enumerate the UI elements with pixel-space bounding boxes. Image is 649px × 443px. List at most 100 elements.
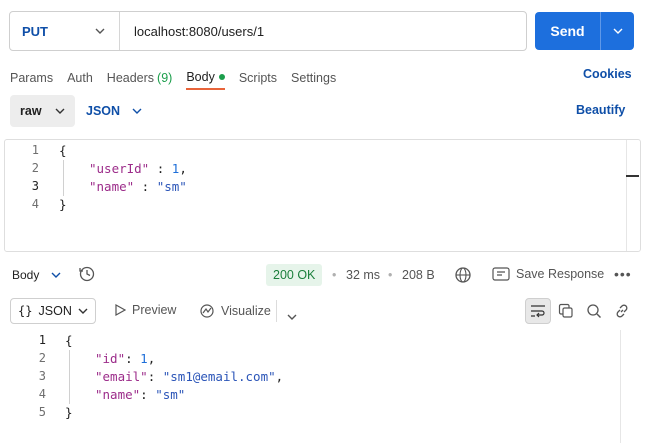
indent-guide xyxy=(69,350,70,404)
braces-icon: {} xyxy=(18,304,33,318)
visualize-options-button[interactable] xyxy=(287,308,297,323)
response-size[interactable]: 208 B xyxy=(402,268,435,282)
separator-dot: • xyxy=(332,268,337,282)
code-line: "userId" : 1, xyxy=(89,161,187,176)
line-number: 3 xyxy=(31,179,39,193)
play-icon xyxy=(115,304,126,316)
visualize-icon xyxy=(200,304,214,318)
code-token: "name" xyxy=(95,387,141,402)
tab-label: Headers xyxy=(106,71,155,85)
copy-icon xyxy=(558,303,573,318)
line-number: 5 xyxy=(38,405,46,419)
visualize-button[interactable]: Visualize xyxy=(199,303,271,319)
copy-button[interactable] xyxy=(553,298,579,324)
tab-body[interactable]: Body xyxy=(186,66,225,90)
chevron-down-icon xyxy=(132,108,142,114)
link-button[interactable] xyxy=(609,298,635,324)
line-number: 4 xyxy=(31,197,39,211)
preview-button[interactable]: Preview xyxy=(114,303,176,317)
response-body-select[interactable]: Body xyxy=(12,268,61,282)
tab-headers[interactable]: Headers (9) xyxy=(107,66,173,90)
more-icon[interactable]: ••• xyxy=(614,266,632,282)
separator-dot: • xyxy=(388,268,393,282)
code-token: "sm1@email.com" xyxy=(162,369,276,384)
tab-label: Body xyxy=(186,70,215,84)
search-icon xyxy=(587,304,601,318)
send-options-button[interactable] xyxy=(601,12,634,50)
headers-count: (9) xyxy=(157,71,173,85)
response-format-label: JSON xyxy=(38,304,72,318)
code-token: "userId" xyxy=(89,161,150,176)
response-scrollbar[interactable] xyxy=(620,330,636,443)
history-icon[interactable] xyxy=(78,265,96,286)
preview-label: Preview xyxy=(132,303,177,317)
tab-params[interactable]: Params xyxy=(10,66,53,90)
response-body-viewer[interactable]: 1 2 3 4 5 { "id": 1, "email": "sm1@email… xyxy=(0,330,649,443)
line-number: 2 xyxy=(31,161,39,175)
chevron-down-icon xyxy=(287,314,297,320)
code-line: "email": "sm1@email.com", xyxy=(95,369,284,384)
save-response-button[interactable]: Save Response xyxy=(492,267,604,281)
body-mode-select[interactable]: raw xyxy=(10,95,75,127)
code-token: "sm" xyxy=(156,179,187,194)
chevron-down-icon xyxy=(51,272,61,278)
chevron-down-icon xyxy=(55,108,65,114)
url-input[interactable]: localhost:8080/users/1 xyxy=(120,24,264,39)
line-number: 1 xyxy=(31,143,39,157)
body-language-select[interactable]: JSON xyxy=(86,95,142,127)
response-format-select[interactable]: {} JSON xyxy=(10,298,96,324)
response-body-label: Body xyxy=(12,268,40,282)
code-token: 1 xyxy=(140,351,148,366)
code-line: } xyxy=(65,405,73,420)
tab-scripts[interactable]: Scripts xyxy=(239,66,277,90)
code-line: "name": "sm" xyxy=(95,387,186,402)
code-token: "sm" xyxy=(155,387,186,402)
send-button[interactable]: Send xyxy=(535,12,601,50)
code-token: , xyxy=(179,161,187,176)
line-number: 2 xyxy=(38,351,46,365)
code-line: } xyxy=(59,197,67,212)
code-line: "name" : "sm" xyxy=(89,179,187,194)
method-label: PUT xyxy=(22,23,48,39)
chevron-down-icon xyxy=(78,308,88,314)
code-token: : xyxy=(134,179,157,194)
cookies-link[interactable]: Cookies xyxy=(583,67,632,81)
editor-scrollbar[interactable] xyxy=(626,140,640,251)
line-number: 1 xyxy=(38,333,46,347)
body-mode-label: raw xyxy=(20,104,42,118)
response-time[interactable]: 32 ms xyxy=(346,268,380,282)
globe-icon[interactable] xyxy=(454,266,472,287)
code-token: { xyxy=(65,333,73,348)
body-language-label: JSON xyxy=(86,104,121,118)
status-badge[interactable]: 200 OK xyxy=(266,264,323,286)
visualize-label: Visualize xyxy=(221,304,271,318)
tab-label: Settings xyxy=(291,71,337,85)
search-button[interactable] xyxy=(581,298,607,324)
method-select[interactable]: PUT xyxy=(10,12,120,50)
scroll-thumb[interactable] xyxy=(626,175,639,177)
save-icon xyxy=(492,267,510,281)
code-token: "email" xyxy=(95,369,148,384)
code-line: "id": 1, xyxy=(95,351,156,366)
request-url-bar: PUT localhost:8080/users/1 xyxy=(9,11,527,51)
indent-guide xyxy=(63,160,64,196)
chevron-down-icon xyxy=(613,28,622,34)
tab-auth[interactable]: Auth xyxy=(67,66,93,90)
tab-label: Auth xyxy=(67,71,93,85)
tab-settings[interactable]: Settings xyxy=(291,66,336,90)
code-token: { xyxy=(59,143,67,158)
code-token: } xyxy=(65,405,73,420)
code-token: "id" xyxy=(95,351,126,366)
request-tabs: Params Auth Headers (9) Body Scripts Sett… xyxy=(10,66,350,90)
toolbar-divider xyxy=(276,300,277,322)
beautify-button[interactable]: Beautify xyxy=(576,103,625,117)
chevron-down-icon xyxy=(95,28,105,34)
line-number: 4 xyxy=(38,387,46,401)
send-button-group: Send xyxy=(535,12,634,50)
line-number: 3 xyxy=(38,369,46,383)
request-body-editor[interactable]: 1 2 3 4 { "userId" : 1, "name" : "sm" } xyxy=(4,139,641,252)
wrap-lines-button[interactable] xyxy=(525,298,551,324)
code-line: { xyxy=(65,333,73,348)
code-token: "name" xyxy=(89,179,135,194)
link-icon xyxy=(616,304,628,318)
